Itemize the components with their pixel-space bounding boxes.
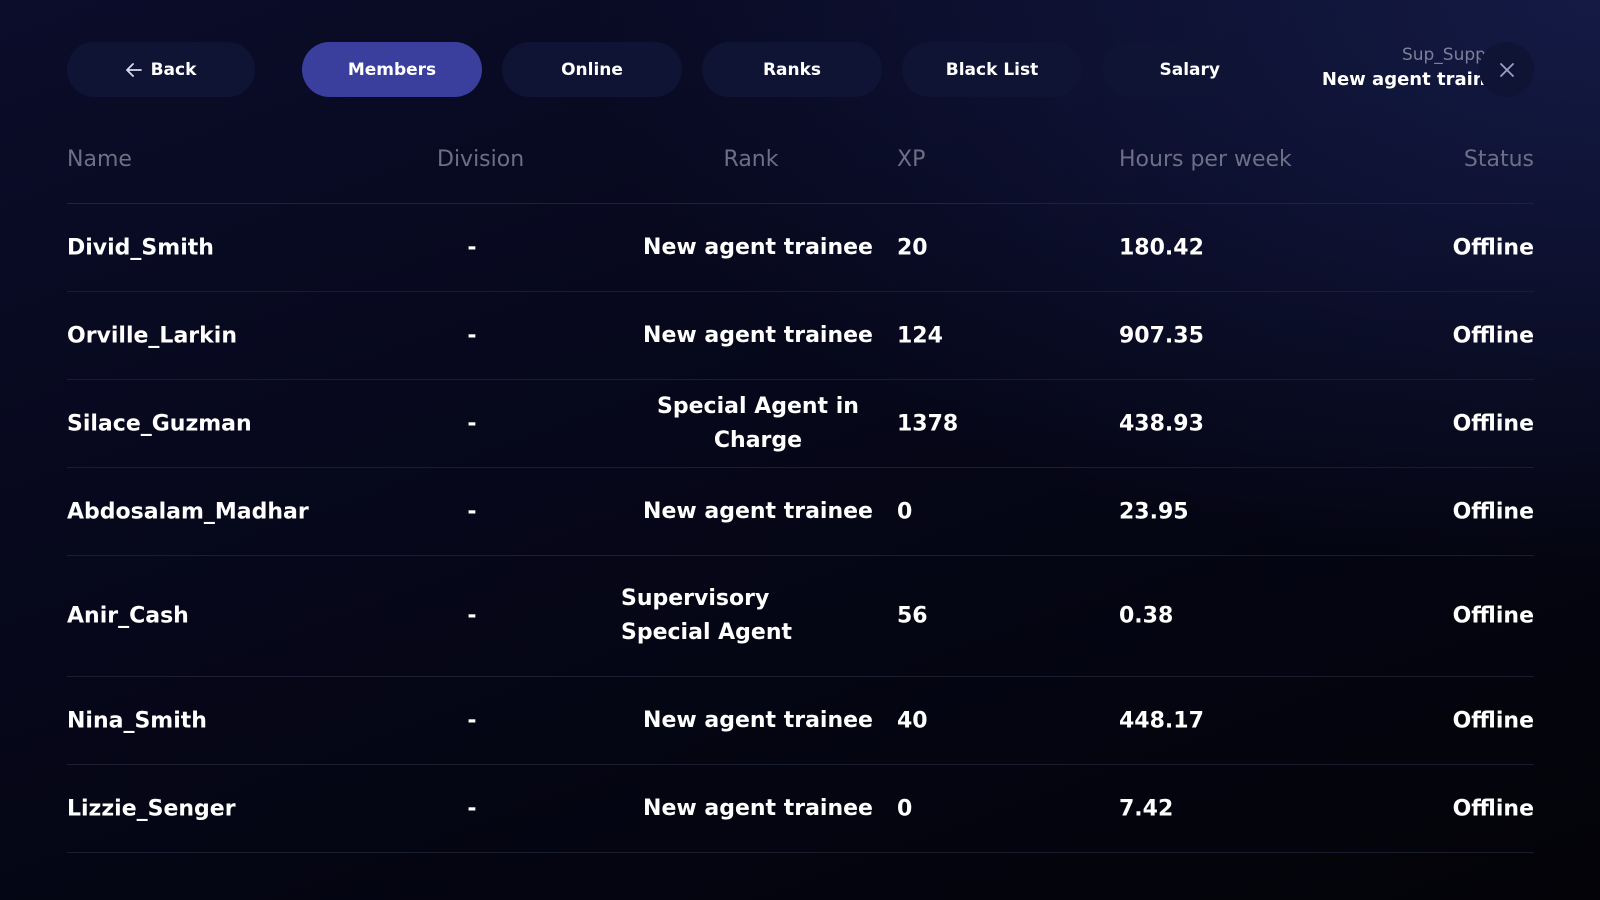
table-row[interactable]: Lizzie_Senger - New agent trainee 0 7.42… [67,765,1534,853]
current-user-rank: New agent trainee [1321,69,1510,90]
current-user-name: Sup_Support [1401,45,1510,65]
members-table: Name Division Rank XP Hours per week Sta… [67,135,1534,853]
tab-online[interactable]: Online [502,42,682,97]
arrow-left-icon [125,62,142,77]
close-button[interactable] [1479,42,1534,97]
close-icon [1499,62,1515,78]
member-rank: New agent trainee [643,322,873,348]
member-status: Offline [1452,708,1534,733]
tab-salary[interactable]: Salary [1102,42,1230,97]
member-division: - [467,603,477,629]
member-xp: 124 [897,323,943,348]
member-status: Offline [1452,323,1534,348]
header-name[interactable]: Name [67,147,132,172]
member-rank: New agent trainee [643,795,873,821]
table-row[interactable]: Divid_Smith - New agent trainee 20 180.4… [67,204,1534,292]
header-rank[interactable]: Rank [631,147,871,172]
member-rank: New agent trainee [643,234,873,260]
header-status[interactable]: Status [1464,147,1534,172]
member-xp: 40 [897,708,928,733]
member-name: Orville_Larkin [67,323,237,348]
member-status: Offline [1452,796,1534,821]
member-status: Offline [1452,235,1534,260]
member-division: - [467,499,477,524]
member-name: Silace_Guzman [67,411,252,436]
member-division: - [467,411,477,436]
member-hours: 0.38 [1119,603,1174,629]
table-row[interactable]: Abdosalam_Madhar - New agent trainee 0 2… [67,468,1534,556]
member-division: - [467,708,477,733]
member-name: Anir_Cash [67,603,189,629]
member-xp: 0 [897,499,913,524]
table-row[interactable]: Anir_Cash - Supervisory Special Agent 56… [67,556,1534,677]
member-hours: 907.35 [1119,323,1204,348]
member-xp: 20 [897,235,928,260]
member-rank: Supervisory Special Agent [621,586,793,645]
member-xp: 56 [897,603,928,629]
member-name: Lizzie_Senger [67,796,236,821]
member-rank: New agent trainee [643,498,873,524]
member-name: Divid_Smith [67,235,214,260]
back-label: Back [150,59,197,80]
current-user-info: Sup_Support New agent trainee [1230,42,1510,97]
member-xp: 0 [897,796,913,821]
table-row[interactable]: Orville_Larkin - New agent trainee 124 9… [67,292,1534,380]
table-row[interactable]: Nina_Smith - New agent trainee 40 448.17… [67,677,1534,765]
member-status: Offline [1452,603,1534,629]
member-hours: 448.17 [1119,708,1204,733]
member-division: - [467,796,477,821]
tab-black-list[interactable]: Black List [902,42,1082,97]
member-rank: New agent trainee [643,707,873,733]
header-hours-per-week[interactable]: Hours per week [1119,147,1292,172]
table-header: Name Division Rank XP Hours per week Sta… [67,135,1534,204]
member-name: Nina_Smith [67,708,207,733]
header-xp[interactable]: XP [897,147,925,172]
member-hours: 23.95 [1119,499,1189,524]
member-name: Abdosalam_Madhar [67,499,309,524]
member-rank: Special Agent in Charge [657,393,859,453]
member-division: - [467,323,477,348]
back-button[interactable]: Back [67,42,255,97]
table-row[interactable]: Silace_Guzman - Special Agent in Charge … [67,380,1534,468]
tab-members[interactable]: Members [302,42,482,97]
member-hours: 7.42 [1119,796,1174,821]
top-bar: Back Members Online Ranks Black List Sal… [67,42,1534,97]
member-division: - [467,235,477,260]
header-division[interactable]: Division [437,147,524,172]
member-hours: 180.42 [1119,235,1204,260]
member-status: Offline [1452,411,1534,436]
member-hours: 438.93 [1119,411,1204,436]
member-status: Offline [1452,499,1534,524]
tab-ranks[interactable]: Ranks [702,42,882,97]
member-xp: 1378 [897,411,959,436]
